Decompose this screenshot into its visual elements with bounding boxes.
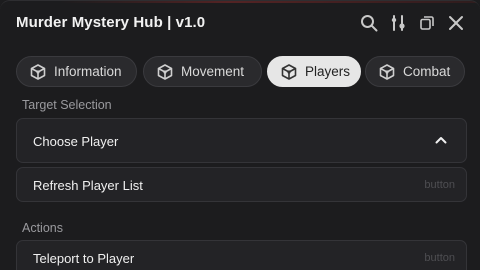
section-label-target: Target Selection [22,98,112,112]
tab-bar: Information Movement Players Combat [16,56,468,87]
cube-icon [29,63,47,81]
cube-icon [280,63,298,81]
refresh-player-list-button[interactable]: Refresh Player List button [16,167,467,202]
tab-information[interactable]: Information [16,56,137,87]
refresh-player-list-label: Refresh Player List [33,178,143,193]
tab-combat-label: Combat [403,64,451,79]
close-icon[interactable] [445,12,467,34]
chevron-up-icon [435,137,447,144]
minimize-icon[interactable] [416,12,438,34]
cube-icon [378,63,396,81]
tab-players-label: Players [305,64,351,79]
section-label-actions: Actions [22,221,63,235]
choose-player-dropdown[interactable]: Choose Player [16,118,467,163]
tab-information-label: Information [54,64,122,79]
hub-window: Murder Mystery Hub | v1.0 Information Mo… [0,0,480,270]
cube-icon [156,63,174,81]
button-type-hint: button [424,179,455,191]
teleport-to-player-button[interactable]: Teleport to Player button [16,240,467,270]
teleport-to-player-label: Teleport to Player [33,251,135,266]
tab-players[interactable]: Players [267,56,361,87]
sliders-icon[interactable] [387,12,409,34]
tab-movement-label: Movement [181,64,245,79]
button-type-hint: button [424,252,455,264]
title-bar[interactable]: Murder Mystery Hub | v1.0 [0,1,480,45]
window-title: Murder Mystery Hub | v1.0 [16,14,206,31]
tab-movement[interactable]: Movement [143,56,262,87]
choose-player-label: Choose Player [33,134,119,149]
tab-combat[interactable]: Combat [365,56,465,87]
search-icon[interactable] [358,12,380,34]
